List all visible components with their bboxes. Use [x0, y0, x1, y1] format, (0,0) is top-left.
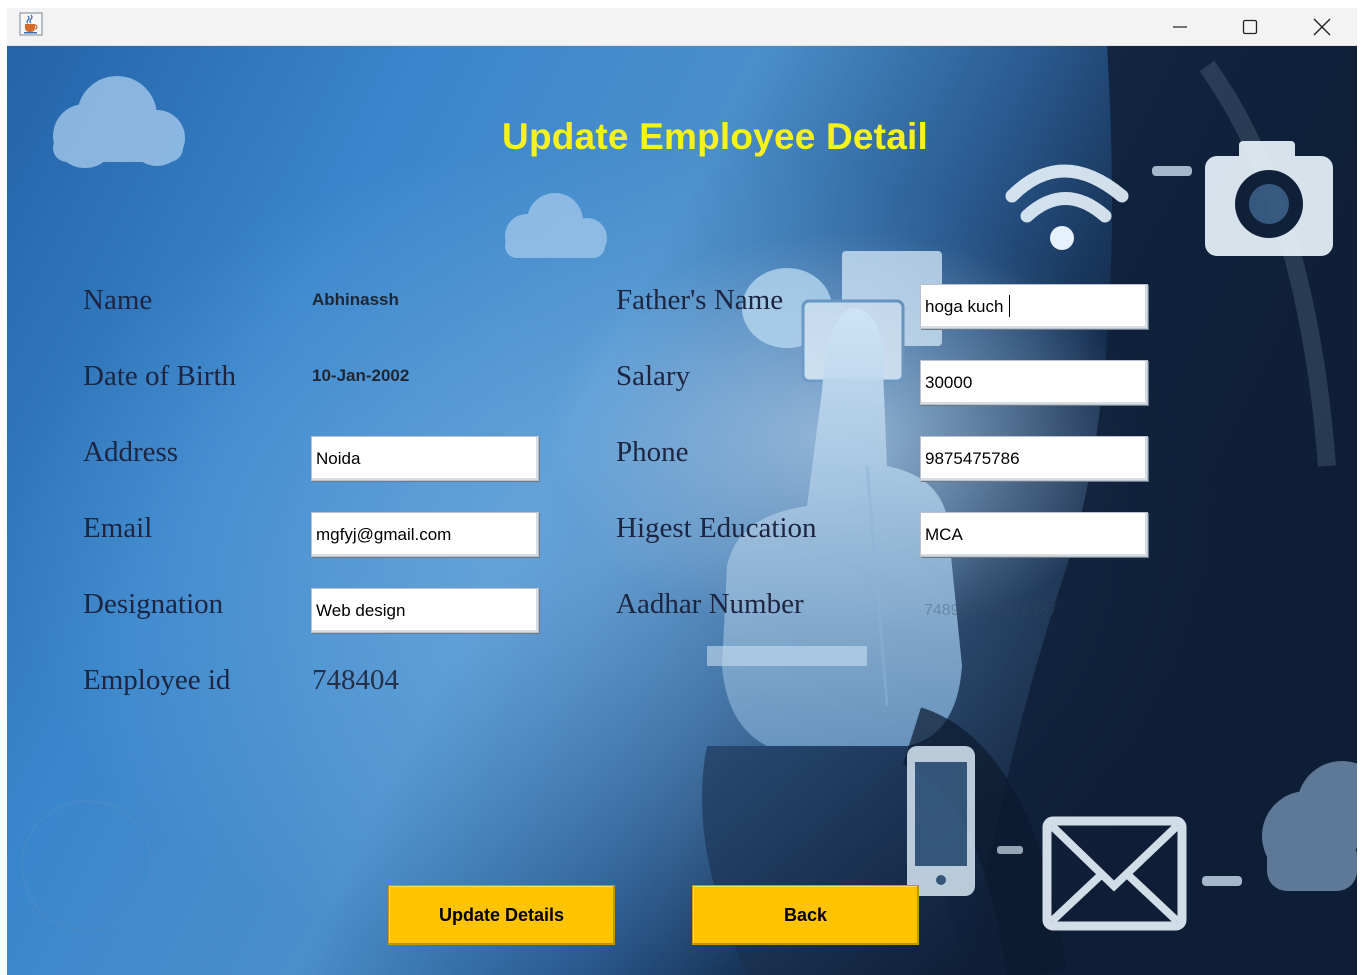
education-field[interactable]	[920, 512, 1148, 557]
title-bar	[7, 8, 1357, 46]
background-image	[7, 46, 1357, 975]
text-caret	[1009, 295, 1010, 317]
form-panel: Update Employee Detail Name Abhinassh Da…	[7, 46, 1357, 975]
name-value: Abhinassh	[312, 290, 399, 309]
back-button[interactable]: Back	[692, 885, 919, 945]
page-title: Update Employee Detail	[502, 116, 928, 157]
employee-id-value: 748404	[312, 664, 399, 696]
close-icon	[1313, 18, 1331, 36]
designation-field[interactable]	[311, 588, 539, 633]
email-label: Email	[83, 512, 153, 544]
designation-label: Designation	[83, 588, 224, 620]
dob-label: Date of Birth	[83, 360, 237, 392]
salary-label: Salary	[616, 360, 691, 392]
salary-field[interactable]	[920, 360, 1148, 405]
aadhar-label: Aadhar Number	[616, 588, 804, 620]
close-button[interactable]	[1287, 8, 1357, 46]
maximize-button[interactable]	[1215, 8, 1285, 46]
minimize-icon	[1172, 19, 1188, 35]
email-field[interactable]	[311, 512, 539, 557]
fathers-name-field[interactable]	[920, 284, 1148, 329]
app-window: Update Employee Detail Name Abhinassh Da…	[7, 8, 1357, 975]
dob-value: 10-Jan-2002	[312, 366, 410, 385]
fathers-name-label: Father's Name	[616, 284, 784, 316]
maximize-icon	[1242, 19, 1258, 35]
java-cup-icon	[19, 12, 43, 36]
address-label: Address	[83, 436, 179, 468]
name-label: Name	[83, 284, 153, 316]
employee-id-label: Employee id	[83, 664, 231, 696]
update-details-button[interactable]: Update Details	[388, 885, 615, 945]
minimize-button[interactable]	[1145, 8, 1215, 46]
aadhar-value: 748967456876767	[924, 602, 1058, 619]
education-label: Higest Education	[616, 512, 817, 544]
phone-field[interactable]	[920, 436, 1148, 481]
address-field[interactable]	[311, 436, 539, 481]
phone-label: Phone	[616, 436, 689, 468]
